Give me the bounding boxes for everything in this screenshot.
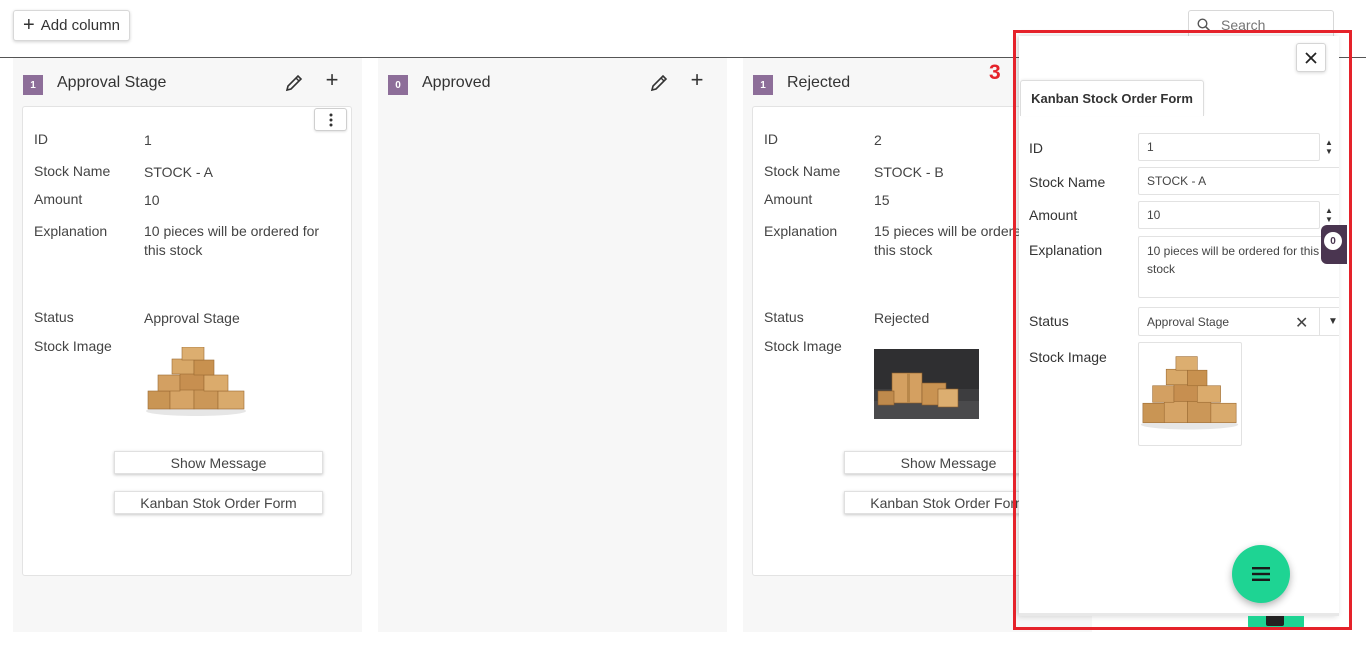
chat-tab[interactable]: 0 (1321, 225, 1347, 264)
column-title: Approval Stage (57, 74, 167, 91)
stock-name-input[interactable]: STOCK - A (1138, 167, 1339, 195)
status-selected-value: Approval Stage (1147, 314, 1230, 329)
status-value: Approval Stage (144, 310, 240, 326)
kanban-card[interactable]: ID 1 Stock Name STOCK - A Amount 10 Expl… (22, 106, 352, 576)
id-label: ID (34, 131, 48, 147)
menu-fab-button[interactable] (1232, 545, 1290, 603)
search-input[interactable] (1221, 17, 1321, 33)
explanation-textarea[interactable]: 10 pieces will be ordered for this stock (1138, 236, 1339, 298)
amount-label: Amount (34, 191, 83, 207)
close-icon (1305, 51, 1317, 64)
kebab-icon (329, 113, 332, 126)
stock-name-label: Stock Name (764, 163, 841, 179)
stock-image-label: Stock Image (764, 338, 842, 354)
stock-name-label: Stock Name (34, 163, 111, 179)
explanation-label: Explanation (764, 223, 838, 239)
panel-stock-image-label: Stock Image (1029, 349, 1107, 365)
stock-image-label: Stock Image (34, 338, 112, 354)
id-label: ID (764, 131, 778, 147)
show-message-button[interactable]: Show Message (114, 451, 323, 474)
hamburger-icon (1252, 567, 1270, 581)
close-panel-button[interactable] (1296, 43, 1326, 72)
status-select[interactable]: Approval Stage ✕ ▼ (1138, 307, 1339, 336)
select-divider (1319, 308, 1320, 335)
hidden-action-button[interactable] (1248, 616, 1304, 630)
stock-name-value: STOCK - A (144, 164, 213, 180)
amount-label: Amount (764, 191, 813, 207)
panel-explanation-label: Explanation (1029, 242, 1103, 258)
spinner-arrows-icon[interactable]: ▲ ▼ (1319, 133, 1339, 161)
status-label: Status (34, 309, 74, 325)
chat-count: 0 (1330, 235, 1336, 247)
column-header: 1 Approval Stage + (13, 58, 362, 108)
add-column-label: Add column (40, 17, 120, 34)
plus-icon: + (23, 13, 35, 36)
stock-image-boxes (1140, 356, 1239, 430)
clear-x-icon[interactable]: ✕ (1295, 313, 1308, 333)
card-menu-button[interactable] (314, 108, 347, 131)
column-header: 0 Approved + (378, 58, 727, 108)
search-icon (1197, 18, 1211, 32)
column-title: Rejected (787, 74, 851, 91)
panel-status-label: Status (1029, 313, 1069, 329)
add-card-button[interactable]: + (321, 69, 343, 91)
tab-kanban-stock-order-form[interactable]: Kanban Stock Order Form (1020, 80, 1204, 116)
explanation-label: Explanation (34, 223, 108, 239)
add-card-button[interactable]: + (686, 69, 708, 91)
column-approval-stage: 1 Approval Stage + ID 1 Stock Name STOCK… (13, 58, 362, 632)
amount-number-input[interactable]: 10 (1138, 201, 1320, 229)
add-column-button[interactable]: + Add column (13, 10, 130, 41)
pencil-icon[interactable] (648, 72, 670, 94)
id-number-input[interactable]: 1 (1138, 133, 1320, 161)
column-count-badge: 1 (753, 75, 773, 95)
amount-value: 10 (144, 192, 160, 208)
column-count-badge: 1 (23, 75, 43, 95)
order-form-button[interactable]: Kanban Stok Order Form (114, 491, 323, 514)
annotation-number: 3 (989, 61, 1001, 84)
panel-amount-label: Amount (1029, 207, 1078, 223)
stock-image-boxes (874, 349, 979, 419)
column-count-badge: 0 (388, 75, 408, 95)
caret-down-icon[interactable]: ▼ (1328, 316, 1338, 327)
column-approved: 0 Approved + (378, 58, 727, 632)
chat-icon: 0 (1324, 232, 1342, 250)
panel-id-label: ID (1029, 140, 1043, 156)
explanation-value: 10 pieces will be ordered for this stock (144, 223, 320, 258)
id-value: 1 (144, 132, 152, 148)
stock-image-upload[interactable] (1138, 342, 1242, 446)
stock-image-boxes (144, 347, 249, 417)
pencil-icon[interactable] (283, 72, 305, 94)
column-title: Approved (422, 74, 491, 91)
panel-stock-name-label: Stock Name (1029, 174, 1106, 190)
order-form-panel: Kanban Stock Order Form ID 1 ▲ ▼ Stock Na… (1019, 36, 1339, 616)
status-label: Status (764, 309, 804, 325)
